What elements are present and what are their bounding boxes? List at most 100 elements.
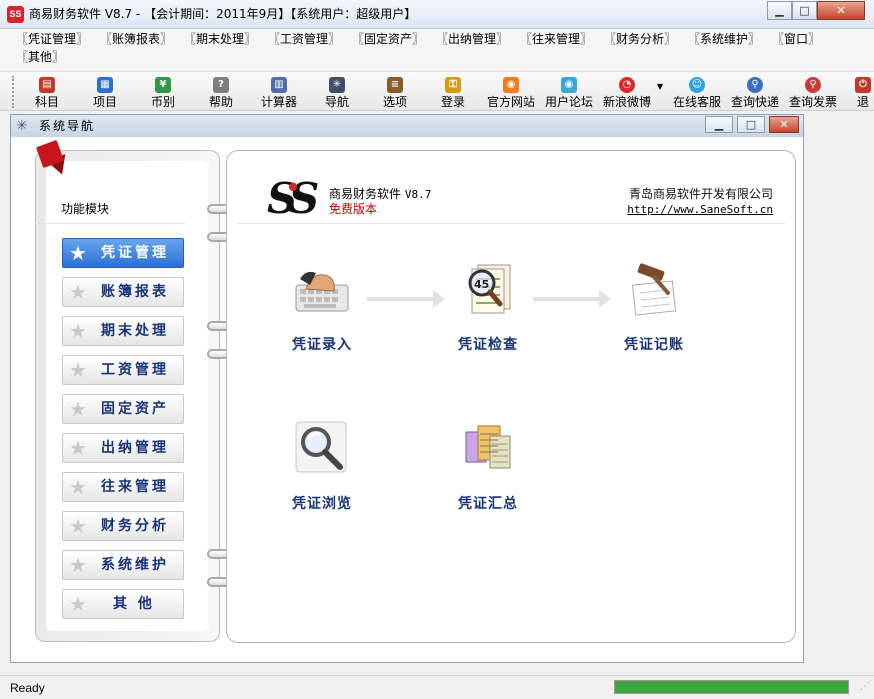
magnifier-check-icon: 45 <box>468 264 511 314</box>
star-icon: ★ <box>69 514 87 538</box>
navigation-window-titlebar: ✳ 系统导航 ▁ □ ✕ <box>11 115 803 137</box>
nav-button-label: 出纳管理 <box>101 440 169 456</box>
nav-button-other[interactable]: ★ 其 他 <box>62 589 184 619</box>
toolbar-project-button[interactable]: ▦ 项目 <box>77 74 133 110</box>
toolbar-label: 导航 <box>324 95 349 109</box>
nav-button-label: 工资管理 <box>101 362 169 378</box>
menu-receivables[interactable]: 〖往来管理〗 <box>520 31 592 47</box>
header-divider <box>237 223 785 224</box>
toolbar-label: 查询发票 <box>788 95 837 109</box>
toolbar-weibo-button[interactable]: ◔ 新浪微博 <box>599 74 655 110</box>
nav-button-ledger-reports[interactable]: ★ 账簿报表 <box>62 277 184 307</box>
function-label: 凭证录入 <box>292 337 352 353</box>
function-voucher-check[interactable]: 45 凭证检查 <box>428 259 538 369</box>
function-voucher-browse[interactable]: 凭证浏览 <box>262 418 372 528</box>
sanesoft-logo-icon: S S <box>267 174 319 219</box>
company-name: 青岛商易软件开发有限公司 <box>628 187 773 201</box>
nav-button-label: 期末处理 <box>101 323 169 339</box>
maximize-button[interactable]: □ <box>792 1 817 20</box>
menu-fixed-assets[interactable]: 〖固定资产〗 <box>352 31 424 47</box>
minimize-button[interactable]: ▁ <box>767 1 792 20</box>
nav-button-period-end[interactable]: ★ 期末处理 <box>62 316 184 346</box>
toolbar-forum-button[interactable]: ◉ 用户论坛 <box>541 74 597 110</box>
menu-ledger-reports[interactable]: 〖账簿报表〗 <box>100 31 172 47</box>
close-button[interactable]: ✕ <box>817 1 865 20</box>
nav-button-receivables[interactable]: ★ 往来管理 <box>62 472 184 502</box>
toolbar: ▤ 科目 ▦ 项目 ¥ 币别 ? 帮助 ▥ 计算器 ✳ 导航 ≡ 选项 ⚿ 登录… <box>0 71 874 111</box>
nav-button-label: 固定资产 <box>101 401 169 417</box>
menu-cashier[interactable]: 〖出纳管理〗 <box>436 31 508 47</box>
menu-other[interactable]: 〖其他〗 <box>16 49 64 65</box>
toolbar-login-button[interactable]: ⚿ 登录 <box>425 74 481 110</box>
summary-documents-icon <box>465 425 511 469</box>
function-voucher-entry[interactable]: 凭证录入 <box>262 259 372 369</box>
toolbar-label: 退 <box>856 95 869 109</box>
nav-button-cashier[interactable]: ★ 出纳管理 <box>62 433 184 463</box>
window-title: 商易财务软件 V8.7 - 【会计期间：2011年9月】【系统用户：超级用户】 <box>29 7 417 21</box>
menu-window[interactable]: 〖窗口〗 <box>772 31 820 47</box>
resize-grip-icon[interactable]: ⋰ <box>860 681 870 693</box>
toolbar-query-invoice-button[interactable]: ⚲ 查询发票 <box>785 74 841 110</box>
star-icon: ★ <box>69 436 87 460</box>
close-icon: ✕ <box>779 118 789 131</box>
star-icon: ★ <box>69 358 87 382</box>
progress-fill <box>615 681 848 693</box>
toolbar-help-button[interactable]: ? 帮助 <box>193 74 249 110</box>
svg-text:45: 45 <box>474 278 489 291</box>
website-link[interactable]: http://www.SaneSoft.cn <box>627 203 773 217</box>
toolbar-label: 用户论坛 <box>544 95 593 109</box>
login-key-icon: ⚿ <box>445 77 461 93</box>
module-section-label: 功能模块 <box>61 202 110 216</box>
toolbar-options-button[interactable]: ≡ 选项 <box>367 74 423 110</box>
help-icon: ? <box>213 77 229 93</box>
nav-button-financial-analysis[interactable]: ★ 财务分析 <box>62 511 184 541</box>
toolbar-accounts-button[interactable]: ▤ 科目 <box>19 74 75 110</box>
dropdown-arrow-icon: ▼ <box>656 82 664 91</box>
nav-button-label: 账簿报表 <box>101 284 169 300</box>
menu-payroll[interactable]: 〖工资管理〗 <box>268 31 340 47</box>
toolbar-label: 新浪微博 <box>602 95 651 109</box>
nav-button-label: 其 他 <box>113 596 155 612</box>
toolbar-label: 计算器 <box>260 95 297 109</box>
menu-system-maintenance[interactable]: 〖系统维护〗 <box>688 31 760 47</box>
function-voucher-summary[interactable]: 凭证汇总 <box>428 418 538 528</box>
function-label: 凭证检查 <box>458 337 518 353</box>
nav-button-label: 凭证管理 <box>101 245 169 261</box>
nav-button-voucher-management[interactable]: ★ 凭证管理 <box>62 238 184 268</box>
nav-button-system-maintenance[interactable]: ★ 系统维护 <box>62 550 184 580</box>
star-icon: ★ <box>69 319 87 343</box>
toolbar-navigation-button[interactable]: ✳ 导航 <box>309 74 365 110</box>
product-name: 商易财务软件 V8.7 <box>329 187 431 202</box>
toolbar-track-express-button[interactable]: ⚲ 查询快递 <box>727 74 783 110</box>
nav-button-payroll[interactable]: ★ 工资管理 <box>62 355 184 385</box>
toolbar-weibo-dropdown[interactable]: ▼ <box>655 74 665 110</box>
nav-minimize-button[interactable]: ▁ <box>705 116 733 133</box>
navigation-window-title: 系统导航 <box>39 119 96 133</box>
menu-period-end[interactable]: 〖期末处理〗 <box>184 31 256 47</box>
toolbar-label: 科目 <box>34 95 59 109</box>
nav-close-button[interactable]: ✕ <box>769 116 799 133</box>
toolbar-online-service-button[interactable]: ☺ 在线客服 <box>669 74 725 110</box>
status-progress-bar <box>614 680 849 694</box>
project-icon: ▦ <box>97 77 113 93</box>
product-title: 商易财务软件 <box>329 187 402 201</box>
star-icon: ★ <box>69 397 87 421</box>
toolbar-currency-button[interactable]: ¥ 币别 <box>135 74 191 110</box>
navigation-compass-icon: ✳ <box>16 118 28 134</box>
menu-financial-analysis[interactable]: 〖财务分析〗 <box>604 31 676 47</box>
toolbar-website-button[interactable]: ◉ 官方网站 <box>483 74 539 110</box>
toolbar-exit-button[interactable]: ⏻ 退 <box>843 74 874 110</box>
function-voucher-posting[interactable]: 凭证记账 <box>594 259 704 369</box>
minimize-icon: ▁ <box>714 118 724 131</box>
toolbar-grip[interactable] <box>12 76 15 108</box>
system-navigation-window: ✳ 系统导航 ▁ □ ✕ 功能模块 ★ 凭证管理 ★ 账簿报表 ★ 期末处理 ★… <box>10 114 804 663</box>
search-invoice-icon: ⚲ <box>805 77 821 93</box>
window-titlebar: SS 商易财务软件 V8.7 - 【会计期间：2011年9月】【系统用户：超级用… <box>0 0 874 29</box>
nav-button-fixed-assets[interactable]: ★ 固定资产 <box>62 394 184 424</box>
star-icon: ★ <box>69 553 87 577</box>
toolbar-calculator-button[interactable]: ▥ 计算器 <box>251 74 307 110</box>
options-icon: ≡ <box>387 77 403 93</box>
function-panel: S S 商易财务软件 V8.7 免费版本 青岛商易软件开发有限公司 http:/… <box>226 150 796 643</box>
menu-voucher[interactable]: 〖凭证管理〗 <box>16 31 88 47</box>
nav-maximize-button[interactable]: □ <box>737 116 765 133</box>
